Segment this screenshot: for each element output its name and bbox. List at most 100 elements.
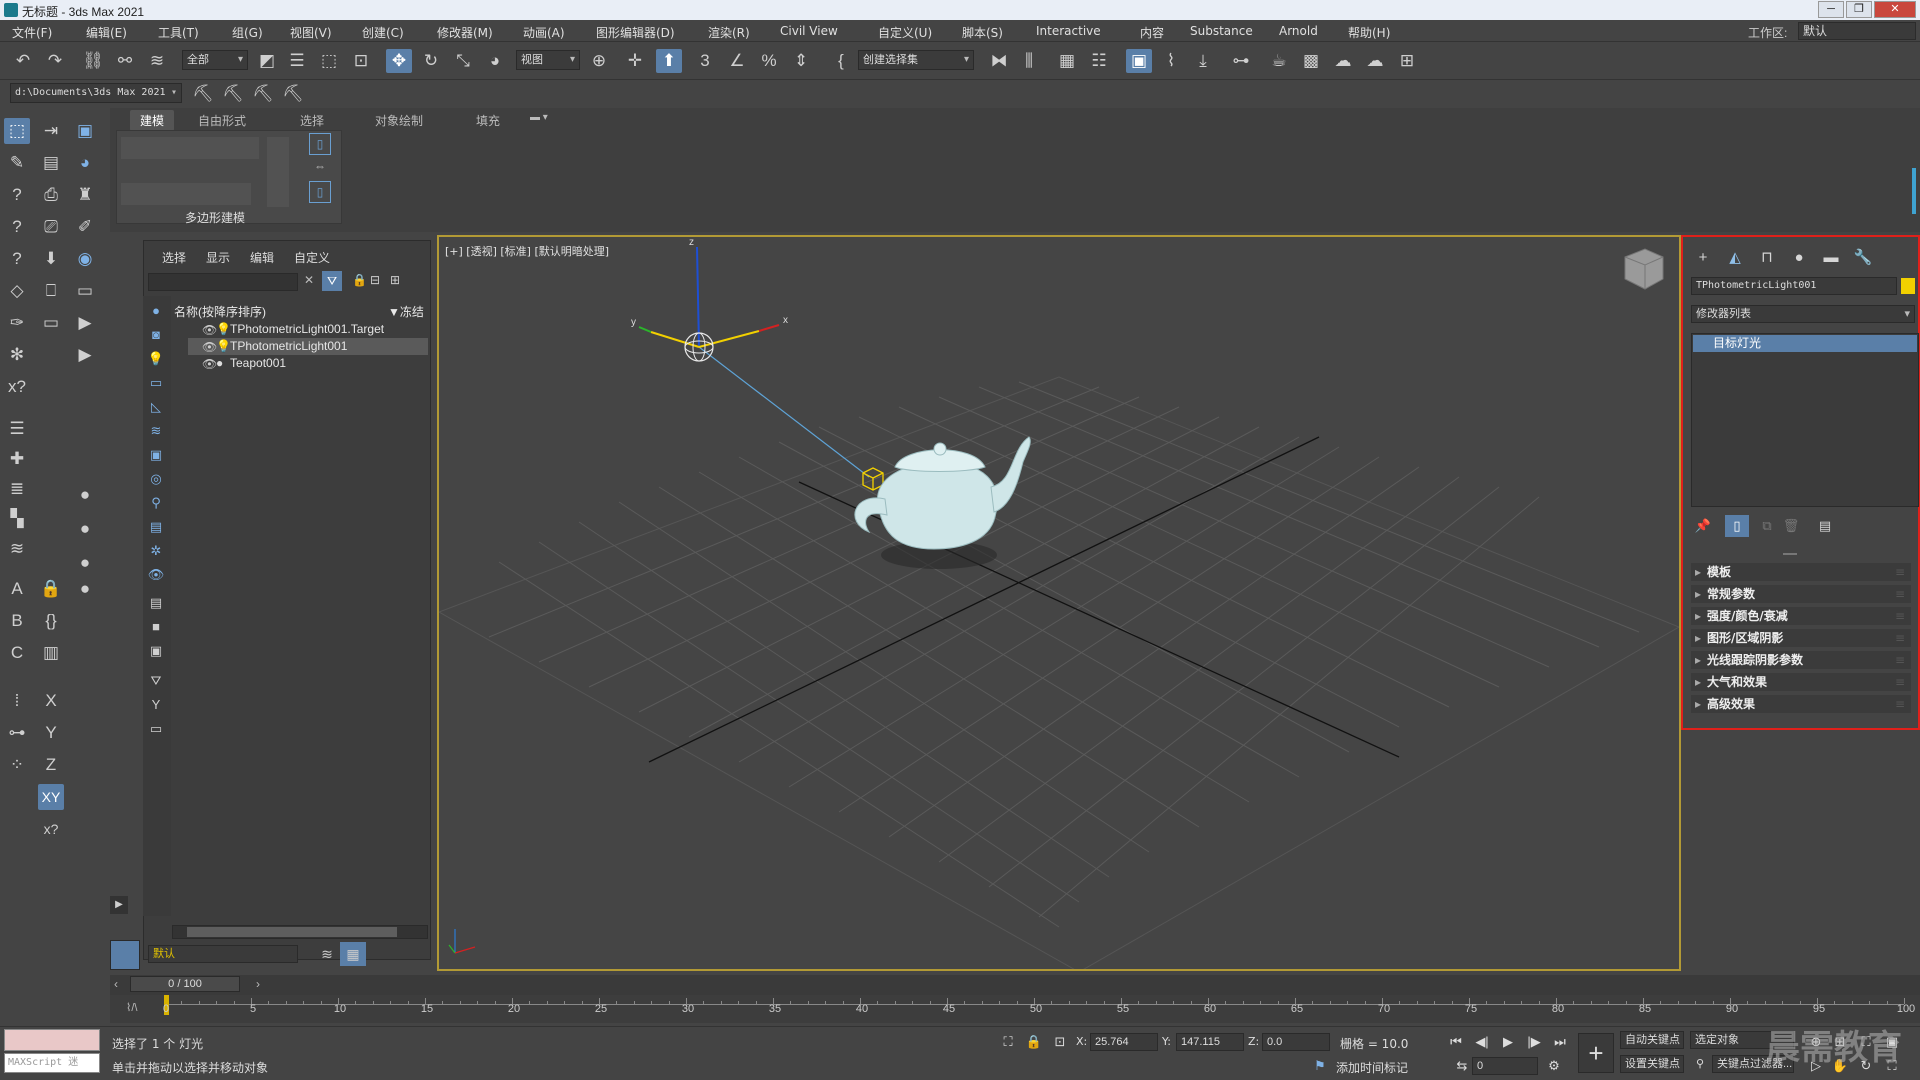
- undo-icon[interactable]: ↶: [10, 49, 36, 73]
- help-tool-icon[interactable]: ?: [4, 214, 30, 240]
- menu-tools[interactable]: 工具(T): [158, 24, 199, 41]
- filter-spacewarps-icon[interactable]: ≋: [145, 420, 167, 442]
- selection-lock-icon[interactable]: 🔒: [1024, 1033, 1044, 1051]
- paint-tool-icon[interactable]: ◕: [72, 150, 98, 176]
- toggle-ribbon-icon[interactable]: ▣: [1126, 49, 1152, 73]
- time-next-icon[interactable]: ›: [256, 977, 260, 991]
- add-tool-icon[interactable]: ✚: [4, 446, 30, 472]
- filter-geometry-icon[interactable]: ●: [145, 300, 167, 322]
- clear-search-icon[interactable]: ✕: [304, 273, 314, 287]
- align-a-icon[interactable]: ⁞: [4, 688, 30, 714]
- set-project-folder-icon[interactable]: ⛏: [220, 82, 246, 106]
- menu-file[interactable]: 文件(F): [12, 24, 52, 41]
- toggle-scene-explorer-icon[interactable]: ▦: [1054, 49, 1080, 73]
- object-name-input[interactable]: TPhotometricLight001: [1691, 277, 1897, 295]
- rendered-frame-window-icon[interactable]: ▩: [1298, 49, 1324, 73]
- cursor-tool-icon[interactable]: ▚: [4, 506, 30, 532]
- layer-color-swatch[interactable]: [110, 940, 140, 970]
- menu-modifiers[interactable]: 修改器(M): [437, 24, 493, 41]
- add-time-tag[interactable]: 添加时间标记: [1336, 1059, 1408, 1076]
- ribbon-group-label[interactable]: 多边形建模: [185, 209, 245, 226]
- menu-animation[interactable]: 动画(A): [523, 24, 565, 41]
- display-all-icon[interactable]: ▤: [145, 592, 167, 614]
- filter-groups-icon[interactable]: ▣: [145, 444, 167, 466]
- next-frame-icon[interactable]: |▶: [1524, 1033, 1544, 1051]
- select-object-icon[interactable]: ◩: [254, 49, 280, 73]
- rollout-intensity-color[interactable]: 强度/颜色/衰减: [1691, 607, 1911, 625]
- explorer-horizontal-scrollbar[interactable]: [172, 925, 428, 939]
- shirt-tool-icon[interactable]: ♜: [72, 182, 98, 208]
- tab-modeling[interactable]: 建模: [130, 110, 175, 131]
- z-coordinate-field[interactable]: 0.0: [1262, 1033, 1330, 1051]
- rollout-atmospheres[interactable]: 大气和效果: [1691, 673, 1911, 691]
- rollout-advanced-effects[interactable]: 高级效果: [1691, 695, 1911, 713]
- tab-populate[interactable]: 填充: [476, 112, 500, 129]
- x-coordinate-field[interactable]: 25.764: [1090, 1033, 1158, 1051]
- visibility-eye-icon[interactable]: 👁: [202, 356, 217, 373]
- schematic-view-icon[interactable]: ⤓: [1190, 49, 1216, 73]
- select-tool-icon[interactable]: ⬚: [4, 118, 30, 144]
- create-panel-icon[interactable]: +: [1691, 247, 1715, 269]
- explorer-tab-customize[interactable]: 自定义: [294, 249, 330, 266]
- go-to-end-icon[interactable]: ⏭: [1550, 1033, 1570, 1051]
- object-color-swatch[interactable]: [1901, 278, 1915, 294]
- display-invert-icon[interactable]: ▣: [145, 640, 167, 662]
- magic-tool-icon[interactable]: ✻: [4, 342, 30, 368]
- explorer-tab-select[interactable]: 选择: [162, 249, 186, 266]
- go-to-start-icon[interactable]: ⏮: [1446, 1033, 1466, 1051]
- filter-toggle-icon[interactable]: Y: [145, 694, 167, 716]
- key-filter-icon[interactable]: ⚲: [1690, 1055, 1710, 1073]
- menu-civil-view[interactable]: Civil View: [780, 24, 838, 38]
- isolate-selection-icon[interactable]: ⛶: [998, 1033, 1018, 1051]
- pen-tool-icon[interactable]: ✎: [4, 150, 30, 176]
- time-tag-icon[interactable]: ⚑: [1310, 1057, 1330, 1075]
- filter-shapes-icon[interactable]: ◙: [145, 324, 167, 346]
- screen-tool-icon[interactable]: ▭: [72, 278, 98, 304]
- modify-panel-icon[interactable]: ◭: [1723, 247, 1747, 269]
- project-options-icon[interactable]: ⛏: [280, 82, 306, 106]
- time-prev-icon[interactable]: ‹: [114, 977, 118, 991]
- close-button[interactable]: ✕: [1874, 1, 1916, 18]
- angle-snap-icon[interactable]: ∠: [724, 49, 750, 73]
- save-icon[interactable]: ▥: [38, 640, 64, 666]
- current-frame-field[interactable]: 0: [1472, 1057, 1538, 1075]
- filter-helpers-icon[interactable]: ◺: [145, 396, 167, 418]
- expand-icon[interactable]: ⊞: [390, 273, 400, 287]
- render-setup-icon[interactable]: ☕: [1266, 49, 1292, 73]
- play-tool-icon[interactable]: ▶: [72, 310, 98, 336]
- display-panel-icon[interactable]: ▬: [1819, 247, 1843, 269]
- lock-explorer-icon[interactable]: 🔒: [352, 273, 367, 287]
- axis-x-icon[interactable]: X: [38, 688, 64, 714]
- set-key-button[interactable]: 设置关键点: [1620, 1055, 1684, 1073]
- layer-tool-icon[interactable]: ▤: [38, 150, 64, 176]
- modifier-list-dropdown[interactable]: 修改器列表 ▾: [1691, 305, 1915, 323]
- pin-stack-icon[interactable]: 📌: [1691, 515, 1715, 537]
- menu-arnold[interactable]: Arnold: [1279, 24, 1318, 38]
- menu-help[interactable]: 帮助(H): [1348, 24, 1390, 41]
- lock-icon[interactable]: 🔒: [38, 576, 64, 602]
- globe-tool-icon[interactable]: ◉: [72, 246, 98, 272]
- menu-view[interactable]: 视图(V): [290, 24, 332, 41]
- rollout-shape-area-shadows[interactable]: 图形/区域阴影: [1691, 629, 1911, 647]
- perspective-viewport[interactable]: [+] [透视] [标准] [默认明暗处理] x y z: [437, 235, 1681, 971]
- set-key-big-button[interactable]: +: [1578, 1033, 1614, 1073]
- create-project-icon[interactable]: ⛏: [250, 82, 276, 106]
- menu-content[interactable]: 内容: [1140, 24, 1164, 41]
- stack-tool-icon[interactable]: ≣: [4, 476, 30, 502]
- named-selection-dropdown[interactable]: 创建选择集: [858, 50, 974, 70]
- list-tool-icon[interactable]: ☰: [4, 416, 30, 442]
- workspace-dropdown[interactable]: 默认: [1798, 22, 1916, 40]
- select-move-icon[interactable]: ✥: [386, 49, 412, 73]
- y-coordinate-field[interactable]: 147.115: [1176, 1033, 1244, 1051]
- filter-particles-icon[interactable]: ✲: [145, 540, 167, 562]
- explorer-tab-display[interactable]: 显示: [206, 249, 230, 266]
- axis-y-icon[interactable]: Y: [38, 720, 64, 746]
- window-crossing-icon[interactable]: ⊡: [348, 49, 374, 73]
- selection-filter-dropdown[interactable]: 全部: [182, 50, 248, 70]
- select-place-icon[interactable]: ◕: [482, 49, 508, 73]
- show-end-result-icon[interactable]: ▯: [1725, 515, 1749, 537]
- bind-space-warp-icon[interactable]: ≋: [144, 49, 170, 73]
- rollout-general-params[interactable]: 常规参数: [1691, 585, 1911, 603]
- layer-toggle-icon[interactable]: ▦: [340, 942, 366, 966]
- visibility-eye-icon[interactable]: 👁: [202, 339, 217, 356]
